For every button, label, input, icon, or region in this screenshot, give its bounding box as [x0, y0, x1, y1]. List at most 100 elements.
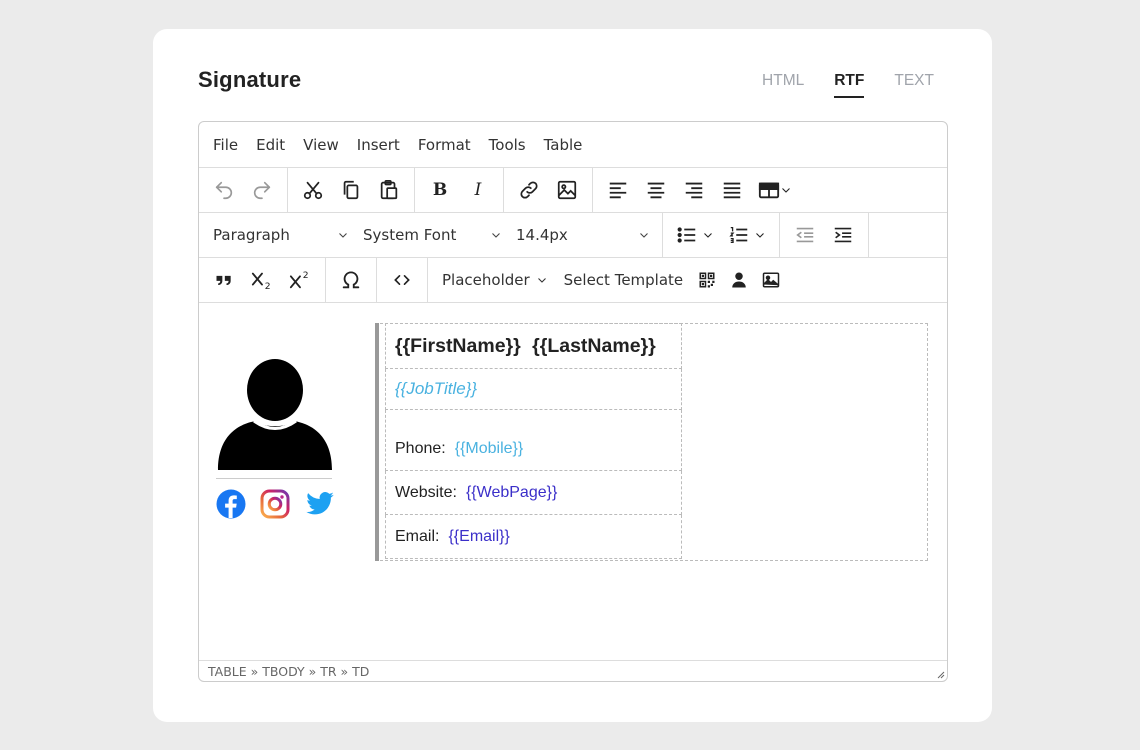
image-button[interactable] — [548, 173, 586, 207]
special-char-group — [326, 258, 377, 302]
outdent-button[interactable] — [786, 218, 824, 252]
menu-format[interactable]: Format — [418, 136, 471, 154]
align-left-button[interactable] — [599, 173, 637, 207]
copy-button[interactable] — [332, 173, 370, 207]
blockquote-button[interactable] — [205, 263, 243, 297]
format-extra-group: 2 2 — [199, 258, 326, 302]
align-center-button[interactable] — [637, 173, 675, 207]
element-path: TABLE » TBODY » TR » TD — [208, 663, 370, 679]
editor-content[interactable]: {{FirstName}} {{LastName}} {{JobTitle}} … — [199, 303, 947, 658]
chevron-down-icon — [537, 278, 546, 283]
justify-button[interactable] — [713, 173, 751, 207]
link-icon — [520, 181, 538, 199]
toolbar-row-2: Paragraph System Font 14.4px — [199, 213, 947, 258]
svg-text:2: 2 — [303, 270, 309, 281]
undo-button[interactable] — [205, 173, 243, 207]
menu-view[interactable]: View — [303, 136, 339, 154]
signature-accent-bar — [375, 323, 379, 561]
phone-label: Phone: — [395, 440, 446, 457]
format-tabs: HTML RTF TEXT — [762, 72, 934, 98]
bullet-list-button[interactable] — [669, 218, 721, 252]
align-right-button[interactable] — [675, 173, 713, 207]
superscript-icon: 2 — [289, 270, 309, 289]
font-size-select[interactable]: 14.4px — [508, 218, 656, 252]
undo-icon — [215, 181, 233, 200]
tab-text[interactable]: TEXT — [894, 72, 934, 98]
chevron-down-icon — [492, 233, 500, 238]
chevron-down-icon — [640, 233, 648, 238]
block-format-value: Paragraph — [213, 226, 290, 244]
chevron-down-icon — [782, 188, 790, 193]
email-label: Email: — [395, 527, 440, 545]
link-button[interactable] — [510, 173, 548, 207]
toolbar-row-3: 2 2 Placeholder Select Template — [199, 258, 947, 303]
signature-card: Signature HTML RTF TEXT File Edit View I… — [153, 29, 992, 722]
font-family-select[interactable]: System Font — [355, 218, 508, 252]
font-size-value: 14.4px — [516, 226, 568, 244]
photo-icon — [762, 272, 780, 288]
paste-button[interactable] — [370, 173, 408, 207]
indent-icon — [834, 227, 852, 243]
outdent-icon — [796, 227, 814, 243]
source-code-button[interactable] — [383, 263, 421, 297]
list-group — [663, 213, 780, 257]
facebook-icon[interactable] — [216, 489, 246, 519]
user-placeholder-button[interactable] — [723, 263, 755, 297]
svg-text:2: 2 — [265, 281, 271, 291]
email-placeholder: {{Email}} — [448, 527, 510, 545]
qr-code-button[interactable] — [691, 263, 723, 297]
tab-rtf[interactable]: RTF — [834, 72, 865, 98]
select-template-label: Select Template — [563, 271, 684, 289]
omega-icon — [342, 271, 360, 289]
bullet-list-icon — [677, 227, 696, 243]
menubar: File Edit View Insert Format Tools Table — [199, 122, 947, 168]
rich-text-editor: File Edit View Insert Format Tools Table — [198, 121, 948, 682]
redo-button[interactable] — [243, 173, 281, 207]
quote-icon — [216, 275, 231, 285]
menu-edit[interactable]: Edit — [256, 136, 285, 154]
job-title-cell[interactable]: {{JobTitle}} — [385, 369, 682, 410]
phone-cell[interactable]: Phone: {{Mobile}} — [385, 410, 682, 471]
twitter-icon[interactable] — [304, 489, 336, 519]
toolbar-row-1: B I — [199, 168, 947, 213]
phone-placeholder: {{Mobile}} — [454, 440, 524, 457]
select-template-button[interactable]: Select Template — [556, 271, 692, 289]
last-name-placeholder: {{LastName}} — [532, 334, 656, 357]
website-placeholder: {{WebPage}} — [465, 483, 558, 501]
website-cell[interactable]: Website: {{WebPage}} — [385, 471, 682, 515]
cut-button[interactable] — [294, 173, 332, 207]
bold-icon: B — [432, 180, 448, 200]
user-icon — [732, 272, 746, 288]
superscript-button[interactable]: 2 — [281, 263, 319, 297]
placeholder-dropdown[interactable]: Placeholder — [434, 271, 556, 289]
resize-handle-icon[interactable] — [935, 669, 945, 679]
block-format-select[interactable]: Paragraph — [205, 218, 355, 252]
table-icon — [758, 182, 780, 199]
tab-html[interactable]: HTML — [762, 72, 804, 98]
status-bar: TABLE » TBODY » TR » TD — [199, 660, 947, 681]
menu-table[interactable]: Table — [544, 136, 583, 154]
subscript-button[interactable]: 2 — [243, 263, 281, 297]
align-group — [593, 168, 805, 212]
redo-icon — [253, 181, 271, 200]
bold-button[interactable]: B — [421, 173, 459, 207]
chevron-down-icon — [704, 233, 712, 238]
history-group — [199, 168, 288, 212]
indent-button[interactable] — [824, 218, 862, 252]
email-cell[interactable]: Email: {{Email}} — [385, 515, 682, 559]
instagram-icon[interactable] — [260, 489, 290, 519]
placeholder-label: Placeholder — [442, 271, 530, 289]
table-button[interactable] — [751, 173, 799, 207]
avatar-divider — [216, 478, 332, 479]
insert-image-button[interactable] — [755, 263, 787, 297]
menu-insert[interactable]: Insert — [357, 136, 400, 154]
job-title-placeholder: {{JobTitle}} — [395, 379, 478, 398]
menu-tools[interactable]: Tools — [489, 136, 526, 154]
name-cell[interactable]: {{FirstName}} {{LastName}} — [385, 323, 682, 369]
image-icon — [557, 180, 577, 200]
align-left-icon — [609, 182, 627, 199]
italic-button[interactable]: I — [459, 173, 497, 207]
special-character-button[interactable] — [332, 263, 370, 297]
menu-file[interactable]: File — [213, 136, 238, 154]
numbered-list-button[interactable] — [721, 218, 773, 252]
